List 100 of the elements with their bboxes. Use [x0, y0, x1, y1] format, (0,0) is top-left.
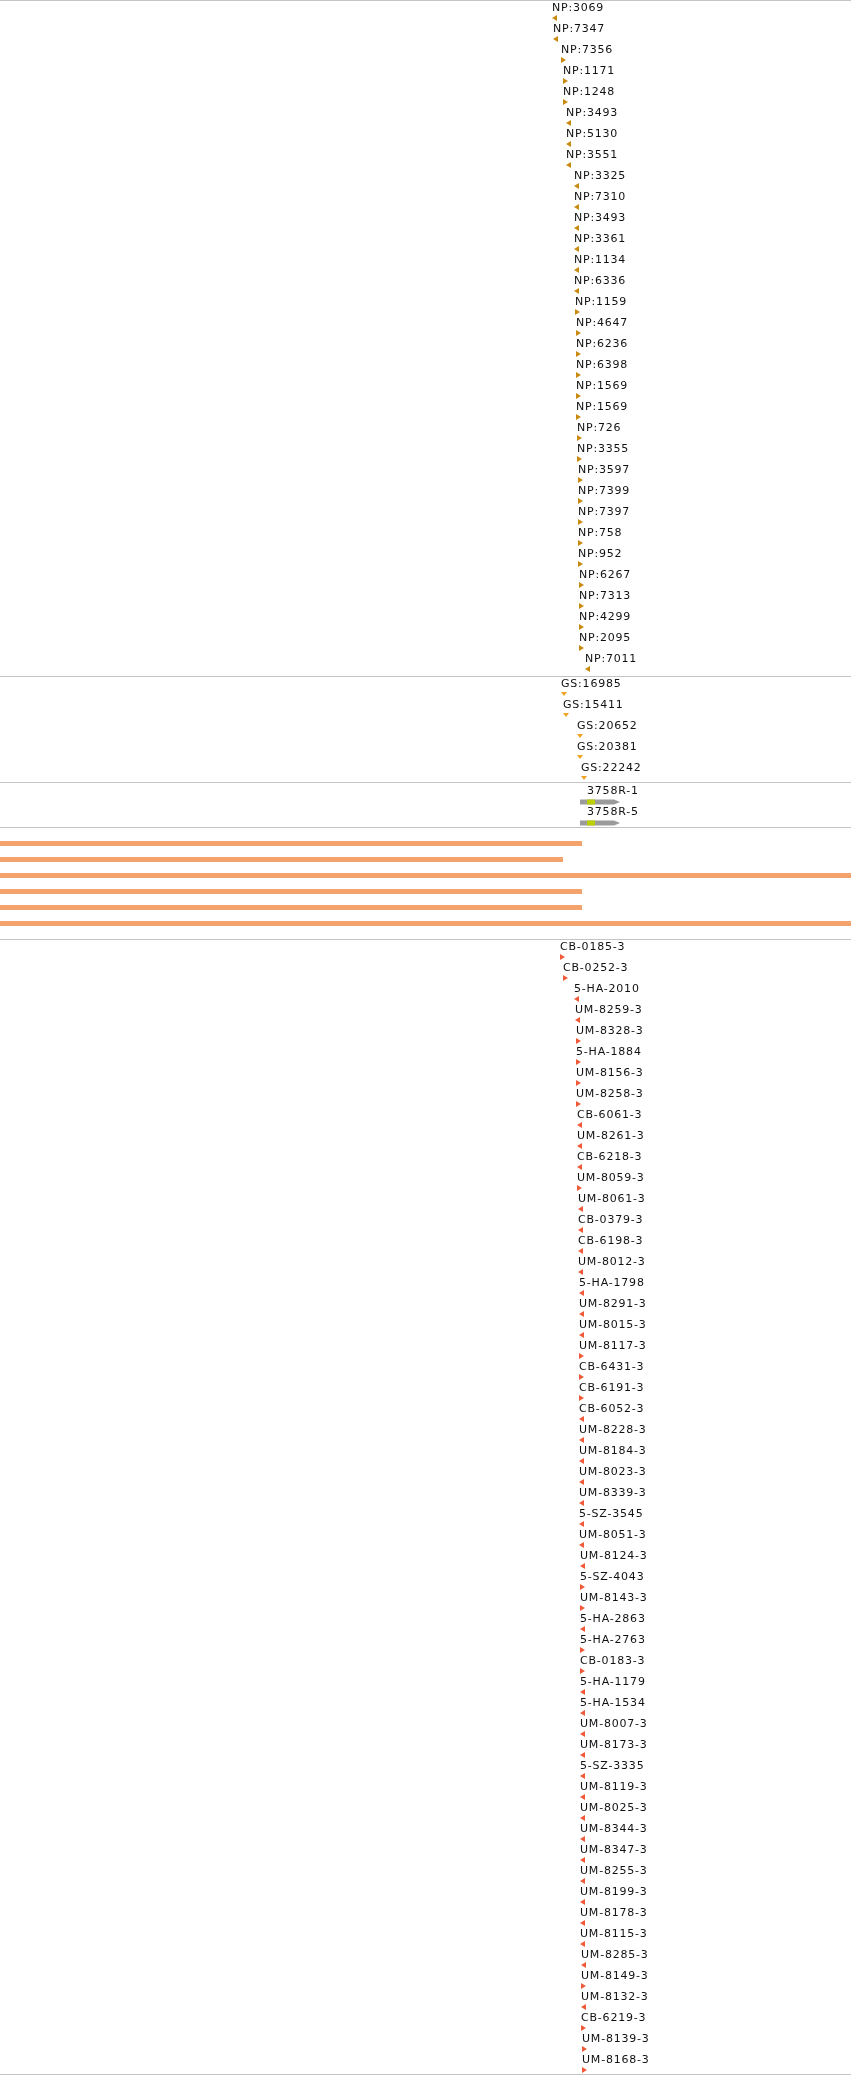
feature-label: NP:3325: [574, 169, 627, 183]
feature-label: UM-8173-3: [580, 1738, 648, 1752]
feature-label: UM-8168-3: [582, 2053, 650, 2067]
feature-label: 5-HA-1179: [580, 1675, 646, 1689]
feature-label: NP:1171: [563, 64, 616, 78]
feature-label: UM-8132-3: [581, 1990, 649, 2004]
arrow-bar-icon: [580, 820, 620, 826]
feature-label: NP:2095: [579, 631, 632, 645]
feature-label: 5-HA-1798: [579, 1276, 645, 1290]
feature-label: NP:6398: [576, 358, 629, 372]
feature-label: NP:1134: [574, 253, 627, 267]
feature-label: NP:7313: [579, 589, 632, 603]
feature-label: UM-8285-3: [581, 1948, 649, 1962]
feature-label: CB-6061-3: [577, 1108, 643, 1122]
feature-label: UM-8143-3: [580, 1591, 648, 1605]
feature-label: UM-8258-3: [576, 1087, 644, 1101]
feature-label: NP:6336: [574, 274, 627, 288]
feature-label: GS:16985: [561, 677, 622, 691]
feature-label: GS:15411: [563, 698, 624, 712]
feature-label: NP:7011: [585, 652, 638, 666]
feature-label: UM-8015-3: [579, 1318, 647, 1332]
feature-label: CB-0252-3: [563, 961, 629, 975]
feature-label: GS:22242: [581, 761, 642, 775]
feature-label: CB-6219-3: [581, 2011, 647, 2025]
feature-label: CB-6218-3: [577, 1150, 643, 1164]
feature-label: NP:3597: [578, 463, 631, 477]
feature-label: UM-8228-3: [579, 1423, 647, 1437]
feature-label: UM-8156-3: [576, 1066, 644, 1080]
arrow-bar-icon: [580, 799, 620, 805]
feature-label: NP:3069: [552, 1, 605, 15]
feature-label: UM-8023-3: [579, 1465, 647, 1479]
feature-label: UM-8117-3: [579, 1339, 647, 1353]
feature-label: NP:726: [577, 421, 622, 435]
feature-label: 5-HA-1534: [580, 1696, 646, 1710]
feature-label: NP:1569: [576, 379, 629, 393]
down-triangle-icon: [577, 755, 583, 759]
feature-label: NP:5130: [566, 127, 619, 141]
feature-label: NP:3493: [566, 106, 619, 120]
feature-label: 5-HA-1884: [576, 1045, 642, 1059]
feature-label: CB-6191-3: [579, 1381, 645, 1395]
feature-label: NP:7356: [561, 43, 614, 57]
feature-label: CB-0183-3: [580, 1654, 646, 1668]
feature-label: UM-8139-3: [582, 2032, 650, 2046]
down-triangle-icon: [581, 776, 587, 780]
feature-label: UM-8261-3: [577, 1129, 645, 1143]
feature-label: NP:758: [578, 526, 623, 540]
feature-label: UM-8061-3: [578, 1192, 646, 1206]
feature-label: NP:952: [578, 547, 623, 561]
feature-label: CB-6198-3: [578, 1234, 644, 1248]
feature-label: 3758R-5: [587, 805, 639, 819]
feature-label: NP:6267: [579, 568, 632, 582]
feature-label: NP:1159: [575, 295, 628, 309]
feature-label: UM-8149-3: [581, 1969, 649, 1983]
feature-label: GS:20652: [577, 719, 638, 733]
down-triangle-icon: [577, 734, 583, 738]
feature-label: UM-8184-3: [579, 1444, 647, 1458]
feature-label: UM-8259-3: [575, 1003, 643, 1017]
down-triangle-icon: [563, 713, 569, 717]
feature-label: UM-8119-3: [580, 1780, 648, 1794]
feature-label: NP:3355: [577, 442, 630, 456]
feature-label: CB-0379-3: [578, 1213, 644, 1227]
feature-label: CB-0185-3: [560, 940, 626, 954]
feature-label: NP:3551: [566, 148, 619, 162]
feature-label: UM-8059-3: [577, 1171, 645, 1185]
feature-label: NP:7310: [574, 190, 627, 204]
feature-label: NP:7399: [578, 484, 631, 498]
feature-label: NP:6236: [576, 337, 629, 351]
feature-label: UM-8051-3: [579, 1528, 647, 1542]
feature-label: UM-8012-3: [578, 1255, 646, 1269]
feature-label: UM-8124-3: [580, 1549, 648, 1563]
feature-label: CB-6431-3: [579, 1360, 645, 1374]
feature-label: NP:7347: [553, 22, 606, 36]
feature-label: UM-8255-3: [580, 1864, 648, 1878]
feature-label: UM-8025-3: [580, 1801, 648, 1815]
feature-label: NP:4299: [579, 610, 632, 624]
down-triangle-icon: [561, 692, 567, 696]
feature-label: UM-8328-3: [576, 1024, 644, 1038]
feature-label: 5-HA-2763: [580, 1633, 646, 1647]
feature-label: UM-8347-3: [580, 1843, 648, 1857]
feature-label: UM-8115-3: [580, 1927, 648, 1941]
feature-label: NP:1569: [576, 400, 629, 414]
feature-label: 3758R-1: [587, 784, 639, 798]
feature-label: 5-HA-2010: [574, 982, 640, 996]
feature-label: NP:3493: [574, 211, 627, 225]
feature-label: UM-8344-3: [580, 1822, 648, 1836]
feature-label: UM-8178-3: [580, 1906, 648, 1920]
feature-label: 5-SZ-4043: [580, 1570, 645, 1584]
feature-label: NP:4647: [576, 316, 629, 330]
feature-label: UM-8007-3: [580, 1717, 648, 1731]
feature-label: CB-6052-3: [579, 1402, 645, 1416]
feature-label: NP:7397: [578, 505, 631, 519]
feature-label: 5-SZ-3545: [579, 1507, 644, 1521]
feature-label: 5-SZ-3335: [580, 1759, 645, 1773]
feature-label: UM-8291-3: [579, 1297, 647, 1311]
feature-label: GS:20381: [577, 740, 638, 754]
feature-label: NP:1248: [563, 85, 616, 99]
feature-label: NP:3361: [574, 232, 627, 246]
feature-label: 5-HA-2863: [580, 1612, 646, 1626]
feature-label: UM-8199-3: [580, 1885, 648, 1899]
feature-label: UM-8339-3: [579, 1486, 647, 1500]
